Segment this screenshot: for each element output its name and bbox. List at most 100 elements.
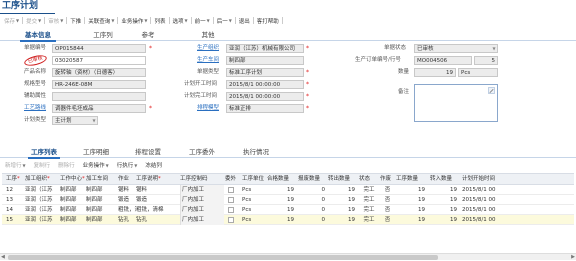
toolbar-button[interactable]: 提交 ▼ xyxy=(26,17,41,25)
plan-start-field[interactable]: 2015/8/1 00:00:00 xyxy=(226,80,304,89)
tab-process-outsource[interactable]: 工序委外 xyxy=(186,147,218,158)
unit-cell[interactable]: Pcs xyxy=(242,185,266,195)
void-cell[interactable]: 否 xyxy=(380,215,395,225)
scrap-qty-cell[interactable]: 0 xyxy=(298,215,328,225)
toolbar-button[interactable]: 客打帮助 xyxy=(257,17,279,25)
workshop-cell[interactable]: 制四部 xyxy=(86,185,116,195)
chevron-down-icon[interactable]: ▼ xyxy=(38,18,41,23)
toolbar-button[interactable]: 关联查询 ▼ xyxy=(88,17,114,25)
table-row[interactable]: 14亚润（江苏制四部制四部粗铣，清棉粗铣，清棉厂内加工Pcs19019完工否19… xyxy=(2,205,574,215)
chevron-down-icon[interactable]: ▼ xyxy=(60,18,63,23)
order-line-field[interactable]: 5 xyxy=(474,56,498,65)
column-header[interactable]: 工序说明* xyxy=(136,174,178,185)
prod-org-label[interactable]: 生产组织 xyxy=(197,44,219,53)
description-cell[interactable]: 钻孔 xyxy=(136,215,178,225)
spec-field[interactable]: HR-246E-08M xyxy=(52,80,146,89)
seq-cell[interactable]: 14 xyxy=(6,205,24,215)
qualified-qty-cell[interactable]: 19 xyxy=(267,195,297,205)
route-label[interactable]: 工艺路线 xyxy=(24,104,46,113)
tab-schedule-settings[interactable]: 排程设置 xyxy=(132,147,164,158)
status-select[interactable]: 已审核 ▼ xyxy=(414,44,498,53)
chevron-down-icon[interactable]: ▼ xyxy=(229,18,232,23)
chevron-down-icon[interactable]: ▼ xyxy=(491,45,497,52)
chevron-down-icon[interactable]: ▼ xyxy=(134,163,137,168)
chevron-down-icon[interactable]: ▼ xyxy=(16,18,19,23)
qualified-qty-cell[interactable]: 19 xyxy=(267,215,297,225)
column-header[interactable]: 状态 xyxy=(359,174,379,185)
chevron-down-icon[interactable]: ▼ xyxy=(23,163,26,168)
column-header[interactable]: 转入数量 xyxy=(430,174,460,185)
plan-finish-field[interactable]: 2015/8/1 00:00:00 xyxy=(226,92,304,101)
unit-field[interactable]: Pcs xyxy=(458,68,498,77)
schedule-mode-field[interactable]: 标准正排 xyxy=(226,104,304,113)
plan-type-select[interactable]: 主计划 ▼ xyxy=(52,116,98,125)
toolbar-button[interactable]: 前一 ▼ xyxy=(195,17,210,25)
void-cell[interactable]: 否 xyxy=(380,195,395,205)
out-qty-cell[interactable]: 19 xyxy=(328,195,358,205)
product-name-field[interactable]: 旋转轴（资材）（日德客） xyxy=(52,68,146,77)
toolbar-button[interactable]: 下推 xyxy=(70,17,81,25)
unit-cell[interactable]: Pcs xyxy=(242,215,266,225)
tab-other[interactable]: 其他 xyxy=(198,30,218,41)
outsource-checkbox[interactable] xyxy=(228,187,234,193)
void-cell[interactable]: 否 xyxy=(380,185,395,195)
operation-cell[interactable]: 锯料 xyxy=(118,185,136,195)
process-qty-cell[interactable]: 19 xyxy=(396,185,428,195)
out-qty-cell[interactable]: 19 xyxy=(328,215,358,225)
unit-cell[interactable]: Pcs xyxy=(242,205,266,215)
outsource-checkbox[interactable] xyxy=(228,197,234,203)
bill-no-field[interactable]: OP015844 xyxy=(52,44,146,53)
control-code-cell[interactable]: 厂内加工 xyxy=(180,195,224,205)
unit-cell[interactable]: Pcs xyxy=(242,195,266,205)
prod-workshop-label[interactable]: 生产车间 xyxy=(197,56,219,65)
org-cell[interactable]: 亚润（江苏 xyxy=(25,215,59,225)
description-cell[interactable]: 锯料 xyxy=(136,185,178,195)
control-code-cell[interactable]: 厂内加工 xyxy=(180,215,224,225)
column-header[interactable]: 报废数量 xyxy=(298,174,328,185)
column-header[interactable]: 加工车间 xyxy=(86,174,116,185)
in-qty-cell[interactable]: 19 xyxy=(430,205,460,215)
process-qty-cell[interactable]: 19 xyxy=(396,195,428,205)
column-header[interactable]: 委外 xyxy=(225,174,241,185)
table-row[interactable]: 12 亚润（江苏 制四部 制四部 锯料 锯料 厂内加工 Pcs 19 0 19 完工否 19 19 2015… xyxy=(2,185,574,195)
grid-toolbar-button[interactable]: 删除行 xyxy=(58,161,75,169)
chevron-down-icon[interactable]: ▼ xyxy=(111,18,114,23)
toolbar-button[interactable]: 业务操作 ▼ xyxy=(121,17,147,25)
process-qty-cell[interactable]: 19 xyxy=(396,215,428,225)
toolbar-button[interactable]: 列表 xyxy=(154,17,165,25)
grid-toolbar-button[interactable]: 冻结列 xyxy=(145,161,162,169)
control-code-cell[interactable]: 厂内加工 xyxy=(180,185,224,195)
tab-process-list-detail[interactable]: 工序列表 xyxy=(28,147,60,159)
work-center-cell[interactable]: 制四部 xyxy=(60,195,86,205)
description-cell[interactable]: 锻造 xyxy=(136,195,178,205)
plan-start-cell[interactable]: 2015/8/1 00 xyxy=(462,195,572,205)
tab-process-list[interactable]: 工序列 xyxy=(88,30,118,41)
aux-attr-field[interactable] xyxy=(52,92,146,101)
in-qty-cell[interactable]: 19 xyxy=(430,195,460,205)
work-center-cell[interactable]: 制四部 xyxy=(60,205,86,215)
column-header[interactable]: 加工组织* xyxy=(25,174,59,185)
scrap-qty-cell[interactable]: 0 xyxy=(298,195,328,205)
seq-cell[interactable]: 12 xyxy=(6,185,24,195)
work-center-cell[interactable]: 制四部 xyxy=(60,185,86,195)
column-header[interactable]: 作废 xyxy=(380,174,395,185)
out-qty-cell[interactable]: 19 xyxy=(328,205,358,215)
control-code-cell[interactable]: 厂内加工 xyxy=(180,205,224,215)
chevron-down-icon[interactable]: ▼ xyxy=(91,117,97,124)
scrollbar-thumb[interactable] xyxy=(8,255,438,260)
qty-field[interactable]: 19 xyxy=(414,68,456,77)
prod-workshop-field[interactable]: 制四部 xyxy=(226,56,304,65)
in-qty-cell[interactable]: 19 xyxy=(430,215,460,225)
product-code-field[interactable]: 03020587 xyxy=(52,56,146,65)
edit-icon[interactable] xyxy=(488,87,495,94)
toolbar-button[interactable]: 选项 ▼ xyxy=(173,17,188,25)
chevron-down-icon[interactable]: ▼ xyxy=(185,18,188,23)
seq-cell[interactable]: 15 xyxy=(6,215,24,225)
schedule-mode-label[interactable]: 排程模型 xyxy=(197,104,219,113)
grid-toolbar-button[interactable]: 新增行 ▼ xyxy=(5,161,26,170)
remarks-textarea[interactable] xyxy=(414,84,498,122)
operation-cell[interactable]: 钻孔 xyxy=(118,215,136,225)
grid-toolbar-button[interactable]: 复制行 xyxy=(34,161,51,169)
order-no-field[interactable]: MO004506 xyxy=(414,56,472,65)
plan-start-cell[interactable]: 2015/8/1 00 xyxy=(462,185,572,195)
